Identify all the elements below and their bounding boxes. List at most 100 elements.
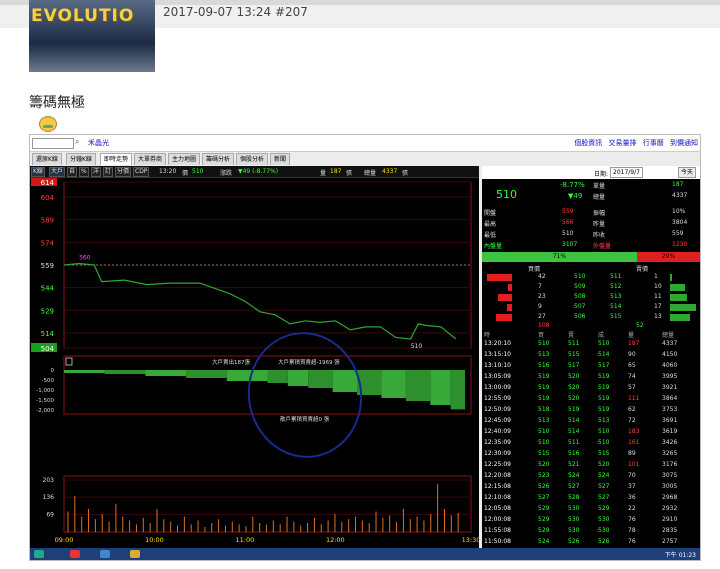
stat-value: 559	[562, 208, 574, 215]
stat-label: 最高	[484, 221, 497, 228]
ask-bar	[670, 274, 672, 281]
tick-cell: 36	[628, 494, 636, 501]
tick-cell: 519	[598, 406, 610, 413]
tick-cell: 529	[538, 516, 550, 523]
ask-price: 513	[610, 293, 622, 300]
bid-qty: 23	[538, 293, 546, 300]
ob-header-buy: 買價	[528, 266, 541, 273]
tick-cell: 12:40:09	[484, 428, 511, 435]
price-label: 價	[182, 170, 189, 177]
big-order-note-2: 大戶累積買賣超-1969 張	[278, 358, 340, 366]
start-icon[interactable]	[34, 550, 44, 558]
mode-button-6[interactable]: 分價	[115, 167, 132, 177]
stock-name: 禾晶光	[88, 139, 109, 147]
big-order-tick: 0	[51, 368, 55, 374]
tick-cell: 517	[568, 362, 580, 369]
date-picker[interactable]: 2017/9/7	[610, 167, 643, 178]
tick-cell: 524	[568, 472, 580, 479]
stat-value: 1230	[672, 241, 688, 248]
ratio-buy: 71%	[482, 252, 637, 262]
ask-qty: 1	[654, 273, 658, 280]
big-order-bar	[287, 370, 309, 386]
tab-2[interactable]: 即時走勢	[100, 153, 133, 165]
tick-cell: 527	[598, 494, 610, 501]
browser-icon[interactable]	[130, 550, 140, 558]
toolbar-links[interactable]: 個股資訊 交易量排 行事曆 到價通知	[574, 138, 698, 148]
tab-3[interactable]: 大單券商	[134, 153, 167, 165]
tick-cell: 13:10:10	[484, 362, 511, 369]
total-label: 總量	[364, 170, 377, 177]
stat-value: 10%	[672, 208, 686, 215]
mode-button-3[interactable]: %	[79, 167, 89, 177]
tick-cell: 516	[538, 362, 550, 369]
tick-cell: 524	[598, 472, 610, 479]
quote-pct: -8.77%	[560, 181, 585, 189]
tab-5[interactable]: 籌碼分析	[202, 153, 235, 165]
tick-cell: 3691	[662, 417, 678, 424]
tick-cell: 183	[628, 428, 640, 435]
smiley-emoji-icon	[39, 116, 57, 132]
tick-cell: 510	[538, 428, 550, 435]
tick-cell: 514	[598, 351, 610, 358]
tick-cell: 517	[598, 362, 610, 369]
tab-bar: 還原K線 分鐘K線 即時走勢 大單券商 主力地圖 籌碼分析 個股分析 新聞	[30, 153, 700, 165]
mode-button-1[interactable]: 大戶	[49, 167, 66, 177]
tab-1[interactable]: 分鐘K線	[66, 153, 96, 165]
tick-cell: 3619	[662, 428, 678, 435]
tick-cell: 76	[628, 538, 636, 545]
bid-bar	[507, 284, 512, 291]
tick-cell: 515	[598, 450, 610, 457]
ask-price: 515	[610, 313, 622, 320]
bid-price: 507	[574, 303, 586, 310]
tab-0[interactable]: 還原K線	[32, 153, 62, 165]
user-avatar[interactable]: EVOLUTIO	[29, 0, 155, 72]
stat-value: 510	[562, 230, 574, 237]
mode-button-0[interactable]: K線	[31, 167, 45, 177]
mode-button-7[interactable]: CDP	[133, 167, 150, 177]
today-button[interactable]: 今天	[678, 167, 697, 178]
big-order-tick: -2,000	[36, 408, 54, 414]
tick-cell: 70	[628, 472, 636, 479]
ask-qty: 13	[654, 313, 662, 320]
tick-cell: 2932	[662, 505, 678, 512]
tick-cell: 520	[568, 384, 580, 391]
folder-icon[interactable]	[100, 550, 110, 558]
search-icon[interactable]: ⌕	[75, 137, 79, 147]
tick-cell: 530	[598, 516, 610, 523]
tick-cell: 513	[598, 417, 610, 424]
stock-toolbar: ⌕ 禾晶光 個股資訊 交易量排 行事曆 到價通知	[30, 135, 700, 152]
price-tick-label: 604	[41, 194, 55, 202]
mode-button-5[interactable]: 訂	[103, 167, 114, 177]
chart-background	[30, 178, 479, 548]
mode-button-2[interactable]: 自	[67, 167, 78, 177]
big-order-bar	[308, 370, 333, 388]
app-icon[interactable]	[70, 550, 80, 558]
stat-label: 昨量	[593, 221, 606, 228]
tick-cell: 519	[538, 384, 550, 391]
tick-cell: 511	[568, 439, 580, 446]
tick-cell: 527	[598, 483, 610, 490]
tick-cell: 37	[628, 483, 636, 490]
stat-label: 開盤	[484, 210, 497, 217]
high-label: 560	[79, 254, 91, 261]
tick-cell: 3075	[662, 472, 678, 479]
mode-button-4[interactable]: 洋	[91, 167, 102, 177]
tick-header: 買	[538, 332, 545, 339]
tick-cell: 3921	[662, 384, 678, 391]
tick-cell: 530	[568, 516, 580, 523]
tab-7[interactable]: 新聞	[270, 153, 291, 165]
big-order-bar	[267, 370, 288, 383]
volume-tick: 69	[46, 511, 54, 518]
volume-tick: 136	[43, 494, 55, 501]
stat-value: 3804	[672, 219, 688, 226]
ask-total: 52	[636, 322, 644, 329]
tick-cell: 11:50:08	[484, 538, 511, 545]
tab-6[interactable]: 個股分析	[236, 153, 269, 165]
tab-4[interactable]: 主力地圖	[168, 153, 201, 165]
tick-cell: 518	[538, 406, 550, 413]
tick-cell: 11:55:08	[484, 527, 511, 534]
stock-code-input[interactable]	[32, 138, 74, 149]
tick-cell: 111	[628, 395, 640, 402]
big-order-tick: -1,000	[36, 388, 54, 394]
tick-cell: 3753	[662, 406, 678, 413]
